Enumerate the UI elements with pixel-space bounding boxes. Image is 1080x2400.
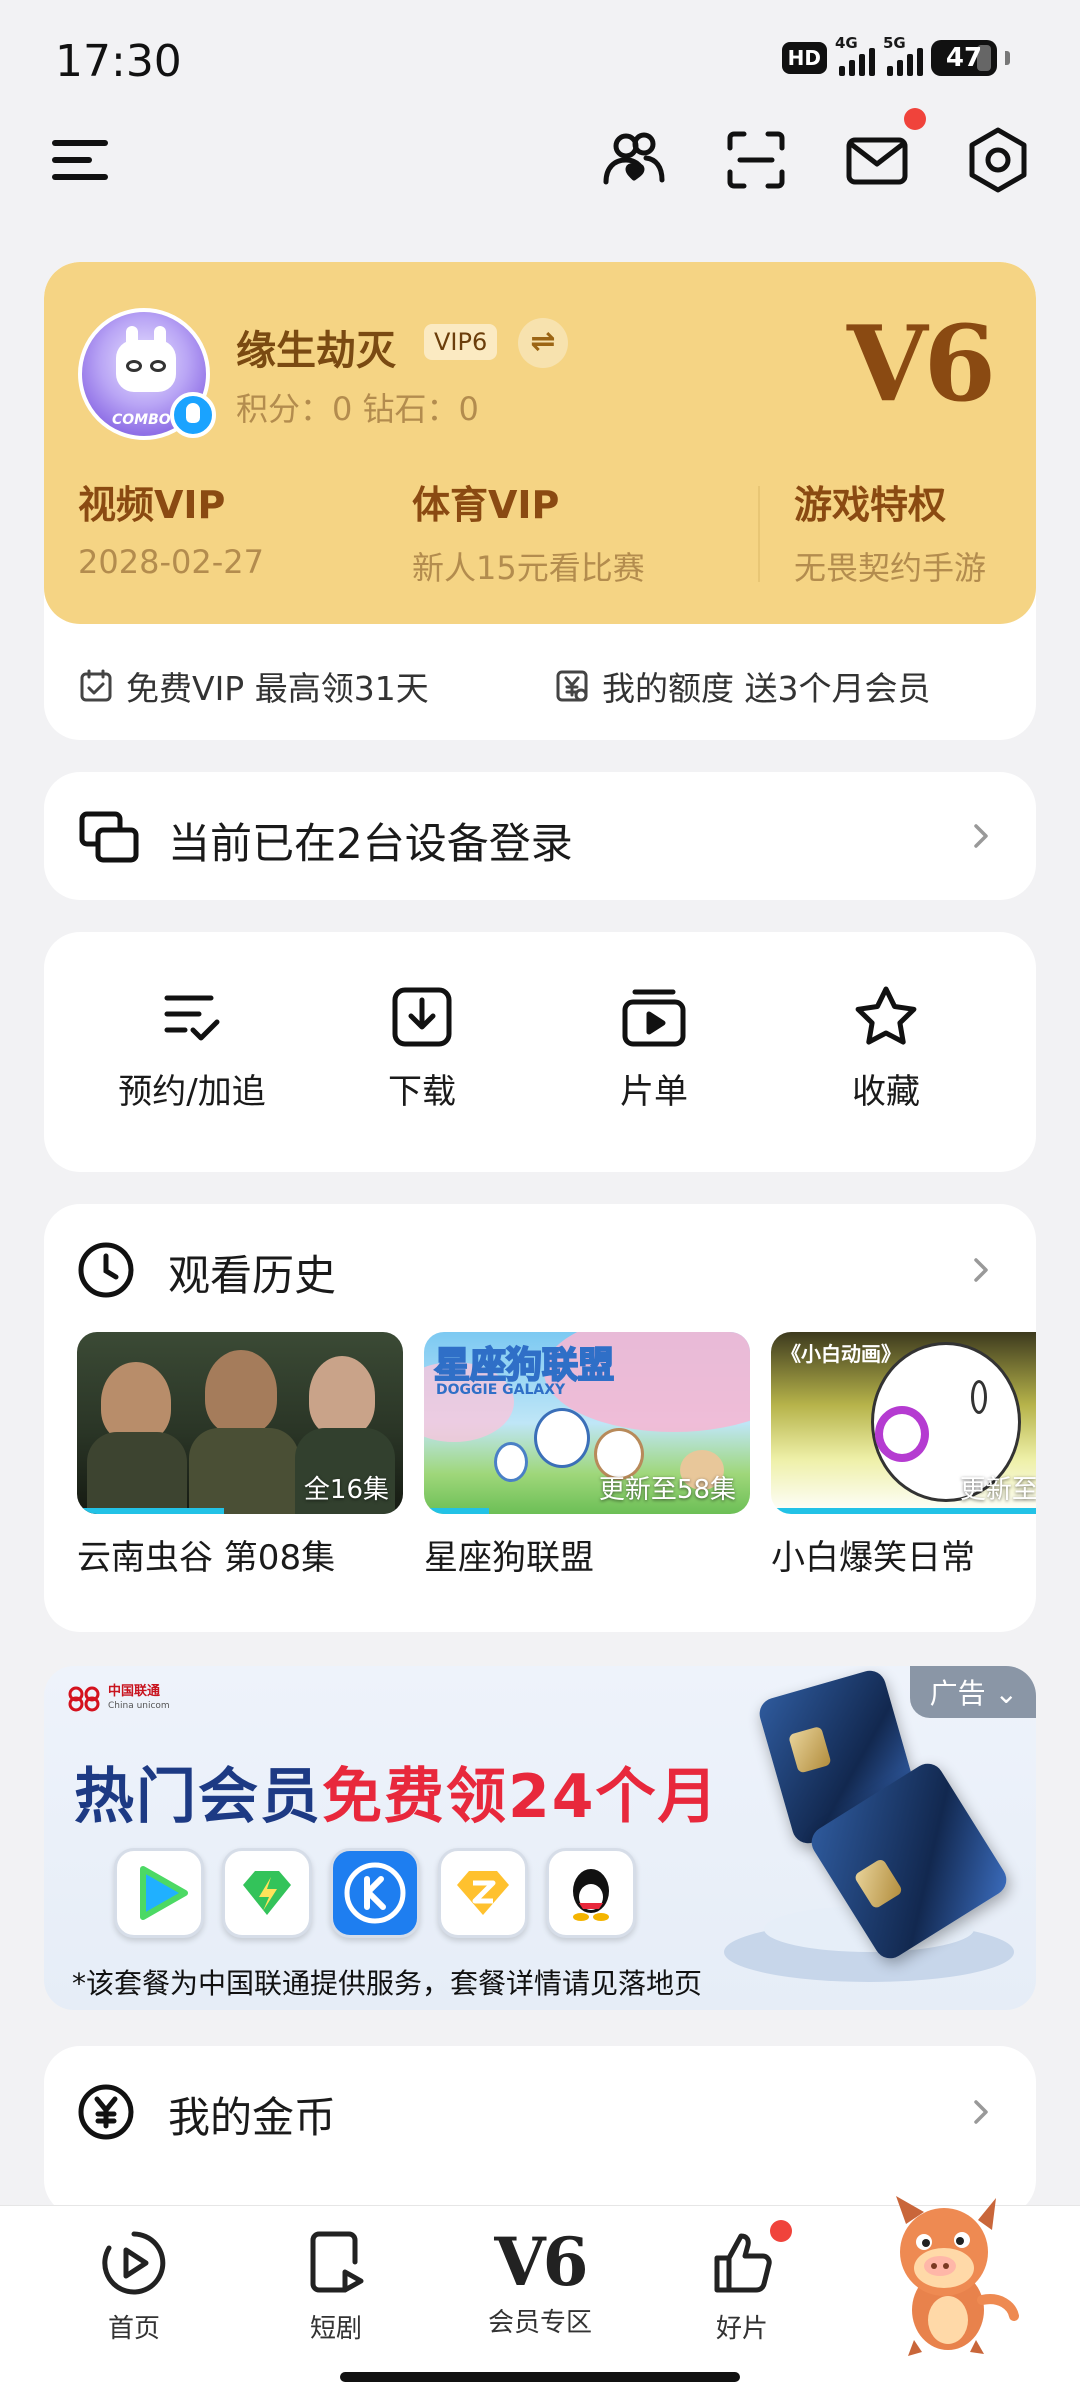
my-quota-label: 我的额度 送3个月会员: [602, 669, 931, 708]
thumbs-up-icon: [714, 2233, 772, 2293]
vip-divider: [758, 486, 760, 582]
history-title-1[interactable]: 云南虫谷 第08集: [77, 1530, 335, 1579]
quota-icon: [556, 670, 588, 702]
status-time: 17:30: [55, 36, 182, 87]
ad-banner[interactable]: 中国联通 China unicom 广告 ⌄ 热门会员免费领24个月 *该套餐为中…: [44, 1666, 1036, 2010]
device-login-label: 当前已在2台设备登录: [168, 819, 573, 868]
download-icon: [392, 987, 452, 1047]
home-indicator[interactable]: [340, 2372, 740, 2382]
ad-footnote: *该套餐为中国联通提供服务，套餐详情请见落地页: [72, 1967, 703, 2000]
reserve-icon: [164, 995, 220, 1041]
signal-5g-icon: 5G: [883, 34, 923, 76]
download-button[interactable]: 下载: [322, 984, 522, 1113]
chevron-right-icon[interactable]: [966, 1255, 996, 1285]
device-login-row[interactable]: 当前已在2台设备登录: [44, 772, 1036, 900]
nav-shorts[interactable]: 短剧: [266, 2228, 406, 2345]
mail-icon[interactable]: [843, 126, 911, 194]
episode-badge: 全16集: [303, 1475, 389, 1505]
history-thumb-1[interactable]: 全16集: [77, 1332, 403, 1514]
battery-cap: [1005, 51, 1010, 65]
sports-vip[interactable]: 体育VIP 新人15元看比赛: [412, 474, 645, 589]
status-bar: 17:30 HD 4G 5G 47: [0, 0, 1080, 110]
vip-level-badge: VIP6: [424, 324, 498, 360]
username: 缘生劫灭: [236, 328, 396, 374]
playlist-icon: [622, 989, 686, 1047]
yellow-diamond-app-icon: [438, 1848, 528, 1938]
menu-icon[interactable]: [52, 132, 112, 188]
mail-unread-dot: [904, 108, 926, 130]
my-coins-label: 我的金币: [168, 2093, 337, 2142]
star-icon: [855, 986, 917, 1045]
free-vip-label: 免费VIP 最高领31天: [126, 669, 429, 708]
episode-badge: 更新至48: [959, 1475, 1036, 1505]
vip-card: COMBO 缘生劫灭 VIP6 ⇌ 积分：0 钻石：0 V6 视频VIP 202…: [44, 262, 1036, 740]
signal-4g-icon: 4G: [835, 34, 875, 76]
scan-icon[interactable]: [722, 126, 790, 194]
free-vip-promo[interactable]: 免费VIP 最高领31天: [78, 662, 429, 710]
calendar-check-icon: [80, 669, 112, 702]
qq-app-icon: [546, 1848, 636, 1938]
reserve-button[interactable]: 预约/加追: [92, 984, 292, 1113]
hd-badge: HD: [781, 42, 827, 74]
v6-nav-icon: V6: [494, 2223, 588, 2301]
home-play-icon: [102, 2231, 166, 2295]
kugou-app-icon: [330, 1848, 420, 1938]
tencent-video-app-icon: [114, 1848, 204, 1938]
vip-level-big: V6: [846, 302, 996, 425]
devices-icon: [79, 811, 139, 863]
mascot-icon[interactable]: [870, 2190, 1020, 2360]
history-thumb-3[interactable]: 《小白动画》 更新至48: [771, 1332, 1036, 1514]
status-icons: HD 4G 5G 47: [781, 34, 1010, 76]
points-diamonds: 积分：0 钻石：0: [236, 390, 479, 428]
clock-icon: [78, 1242, 134, 1298]
history-thumb-2[interactable]: 星座狗联盟 DOGGIE GALAXY 更新至58集: [424, 1332, 750, 1514]
vip-card-header[interactable]: COMBO 缘生劫灭 VIP6 ⇌ 积分：0 钻石：0 V6 视频VIP 202…: [44, 262, 1036, 624]
green-diamond-app-icon: [222, 1848, 312, 1938]
episode-badge: 更新至58集: [598, 1475, 736, 1505]
nav-home[interactable]: 首页: [64, 2228, 204, 2345]
history-title-3[interactable]: 小白爆笑日常: [771, 1530, 975, 1579]
settings-icon[interactable]: [964, 126, 1032, 194]
nav-good-films[interactable]: 好片: [672, 2228, 812, 2345]
unicom-knot-icon: [68, 1686, 100, 1712]
battery-icon: 47: [931, 40, 997, 76]
ad-headline: 热门会员免费领24个月: [74, 1762, 720, 1832]
chevron-right-icon: [974, 824, 988, 848]
qq-login-badge-icon: [170, 392, 216, 438]
history-title-2[interactable]: 星座狗联盟: [424, 1530, 594, 1579]
top-action-bar: [0, 108, 1080, 210]
game-privilege[interactable]: 游戏特权 无畏契约手游: [794, 474, 986, 589]
watch-history-title: 观看历史: [168, 1251, 337, 1300]
thumb-logo-sub: DOGGIE GALAXY: [436, 1382, 566, 1398]
quick-actions-card: 预约/加追 下载 片单 收藏: [44, 932, 1036, 1172]
watch-history-card: 观看历史 全16集 云南虫谷 第08集 星座狗联盟 DOGGIE GALAXY …: [44, 1204, 1036, 1632]
china-unicom-logo: 中国联通 China unicom: [66, 1684, 170, 1714]
favorites-button[interactable]: 收藏: [786, 984, 986, 1113]
thumb-logo-text: 《小白动画》: [781, 1342, 901, 1366]
playlist-button[interactable]: 片单: [554, 984, 754, 1113]
friends-icon[interactable]: [600, 126, 668, 194]
my-quota-promo[interactable]: 我的额度 送3个月会员: [554, 662, 931, 710]
ad-label-badge[interactable]: 广告 ⌄: [909, 1666, 1036, 1718]
video-vip[interactable]: 视频VIP 2028-02-27: [78, 474, 264, 581]
switch-account-icon[interactable]: ⇌: [518, 318, 568, 368]
good-films-notification-dot: [770, 2220, 792, 2242]
thumb-logo-text: 星座狗联盟: [433, 1344, 615, 1387]
nav-vip-zone[interactable]: V6 会员专区: [470, 2228, 610, 2339]
chevron-right-icon: [974, 2100, 988, 2124]
coin-icon: [78, 2084, 134, 2140]
battery-level: 47: [945, 43, 983, 73]
short-drama-icon: [310, 2231, 364, 2293]
